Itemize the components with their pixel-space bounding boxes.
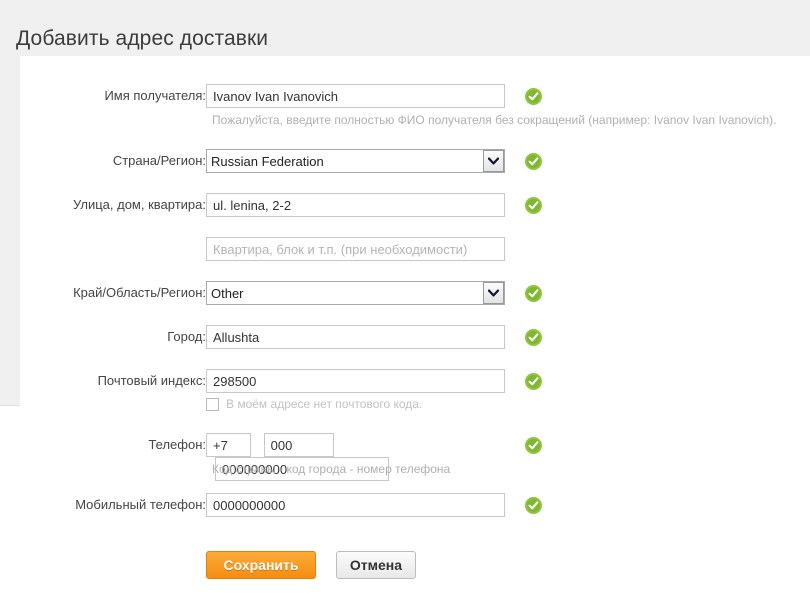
phone-label-wrap: Телефон:: [20, 433, 206, 457]
street-label: Улица, дом, квартира:: [72, 197, 206, 212]
page-root: Добавить адрес доставки Имя получателя: …: [0, 0, 810, 612]
street-valid-icon: [525, 197, 542, 214]
phone-valid-icon: [525, 437, 542, 454]
postal-code-valid-icon: [525, 373, 542, 390]
mobile-phone-valid-icon: [525, 497, 542, 514]
region-field: Other: [206, 281, 505, 305]
city-input[interactable]: [206, 325, 505, 349]
postal-code-label-wrap: Почтовый индекс:: [20, 369, 206, 393]
recipient-name-valid-icon: [525, 88, 542, 105]
country-valid-icon: [525, 153, 542, 170]
cancel-button[interactable]: Отмена: [336, 551, 416, 579]
phone-country-code-input[interactable]: [206, 433, 251, 457]
recipient-name-hint: Пожалуйста, введите полностью ФИО получа…: [212, 113, 777, 127]
postal-code-label: Почтовый индекс:: [97, 373, 206, 388]
country-label: Страна/Регион:: [112, 153, 206, 168]
street-input[interactable]: [206, 193, 505, 217]
no-postal-code-row[interactable]: В моём адресе нет почтового кода.: [206, 397, 422, 411]
no-postal-code-label: В моём адресе нет почтового кода.: [226, 397, 423, 411]
region-label-wrap: Край/Область/Регион:: [20, 281, 206, 305]
postal-code-field: [206, 369, 505, 393]
save-button[interactable]: Сохранить: [206, 551, 316, 579]
apartment-input[interactable]: [206, 237, 505, 261]
city-label-wrap: Город:: [20, 325, 206, 349]
page-header: Добавить адрес доставки: [0, 0, 810, 56]
country-select[interactable]: Russian Federation: [206, 149, 505, 173]
country-select-wrap: Russian Federation: [206, 149, 505, 173]
street-label-wrap: Улица, дом, квартира:: [20, 193, 206, 217]
country-label-wrap: Страна/Регион:: [20, 149, 206, 173]
checkbox-unchecked-icon[interactable]: [206, 397, 219, 411]
address-form: Имя получателя: Пожалуйста, введите полн…: [20, 56, 810, 612]
mobile-phone-label-wrap: Мобильный телефон:: [20, 493, 206, 517]
region-select[interactable]: Other: [206, 281, 505, 305]
mobile-phone-label: Мобильный телефон:: [75, 497, 206, 512]
city-label: Город:: [167, 329, 206, 344]
recipient-name-label: Имя получателя:: [104, 88, 206, 103]
city-field: [206, 325, 505, 349]
page-title: Добавить адрес доставки: [16, 27, 269, 51]
phone-area-code-input[interactable]: [263, 433, 334, 457]
postal-code-input[interactable]: [206, 369, 505, 393]
phone-label: Телефон:: [148, 437, 206, 452]
mobile-phone-input[interactable]: [206, 493, 505, 517]
region-select-wrap: Other: [206, 281, 505, 305]
street-field: [206, 193, 505, 217]
city-valid-icon: [525, 329, 542, 346]
recipient-name-label-wrap: Имя получателя:: [20, 84, 206, 108]
region-valid-icon: [525, 285, 542, 302]
country-field: Russian Federation: [206, 149, 505, 173]
apartment-field: [206, 237, 505, 261]
side-panel: [0, 405, 21, 612]
region-label: Край/Область/Регион:: [73, 285, 206, 300]
recipient-name-input[interactable]: [206, 84, 505, 108]
mobile-phone-field: [206, 493, 505, 517]
recipient-name-field: [206, 84, 505, 108]
phone-hint: Код страны - код города - номер телефона: [212, 462, 451, 476]
